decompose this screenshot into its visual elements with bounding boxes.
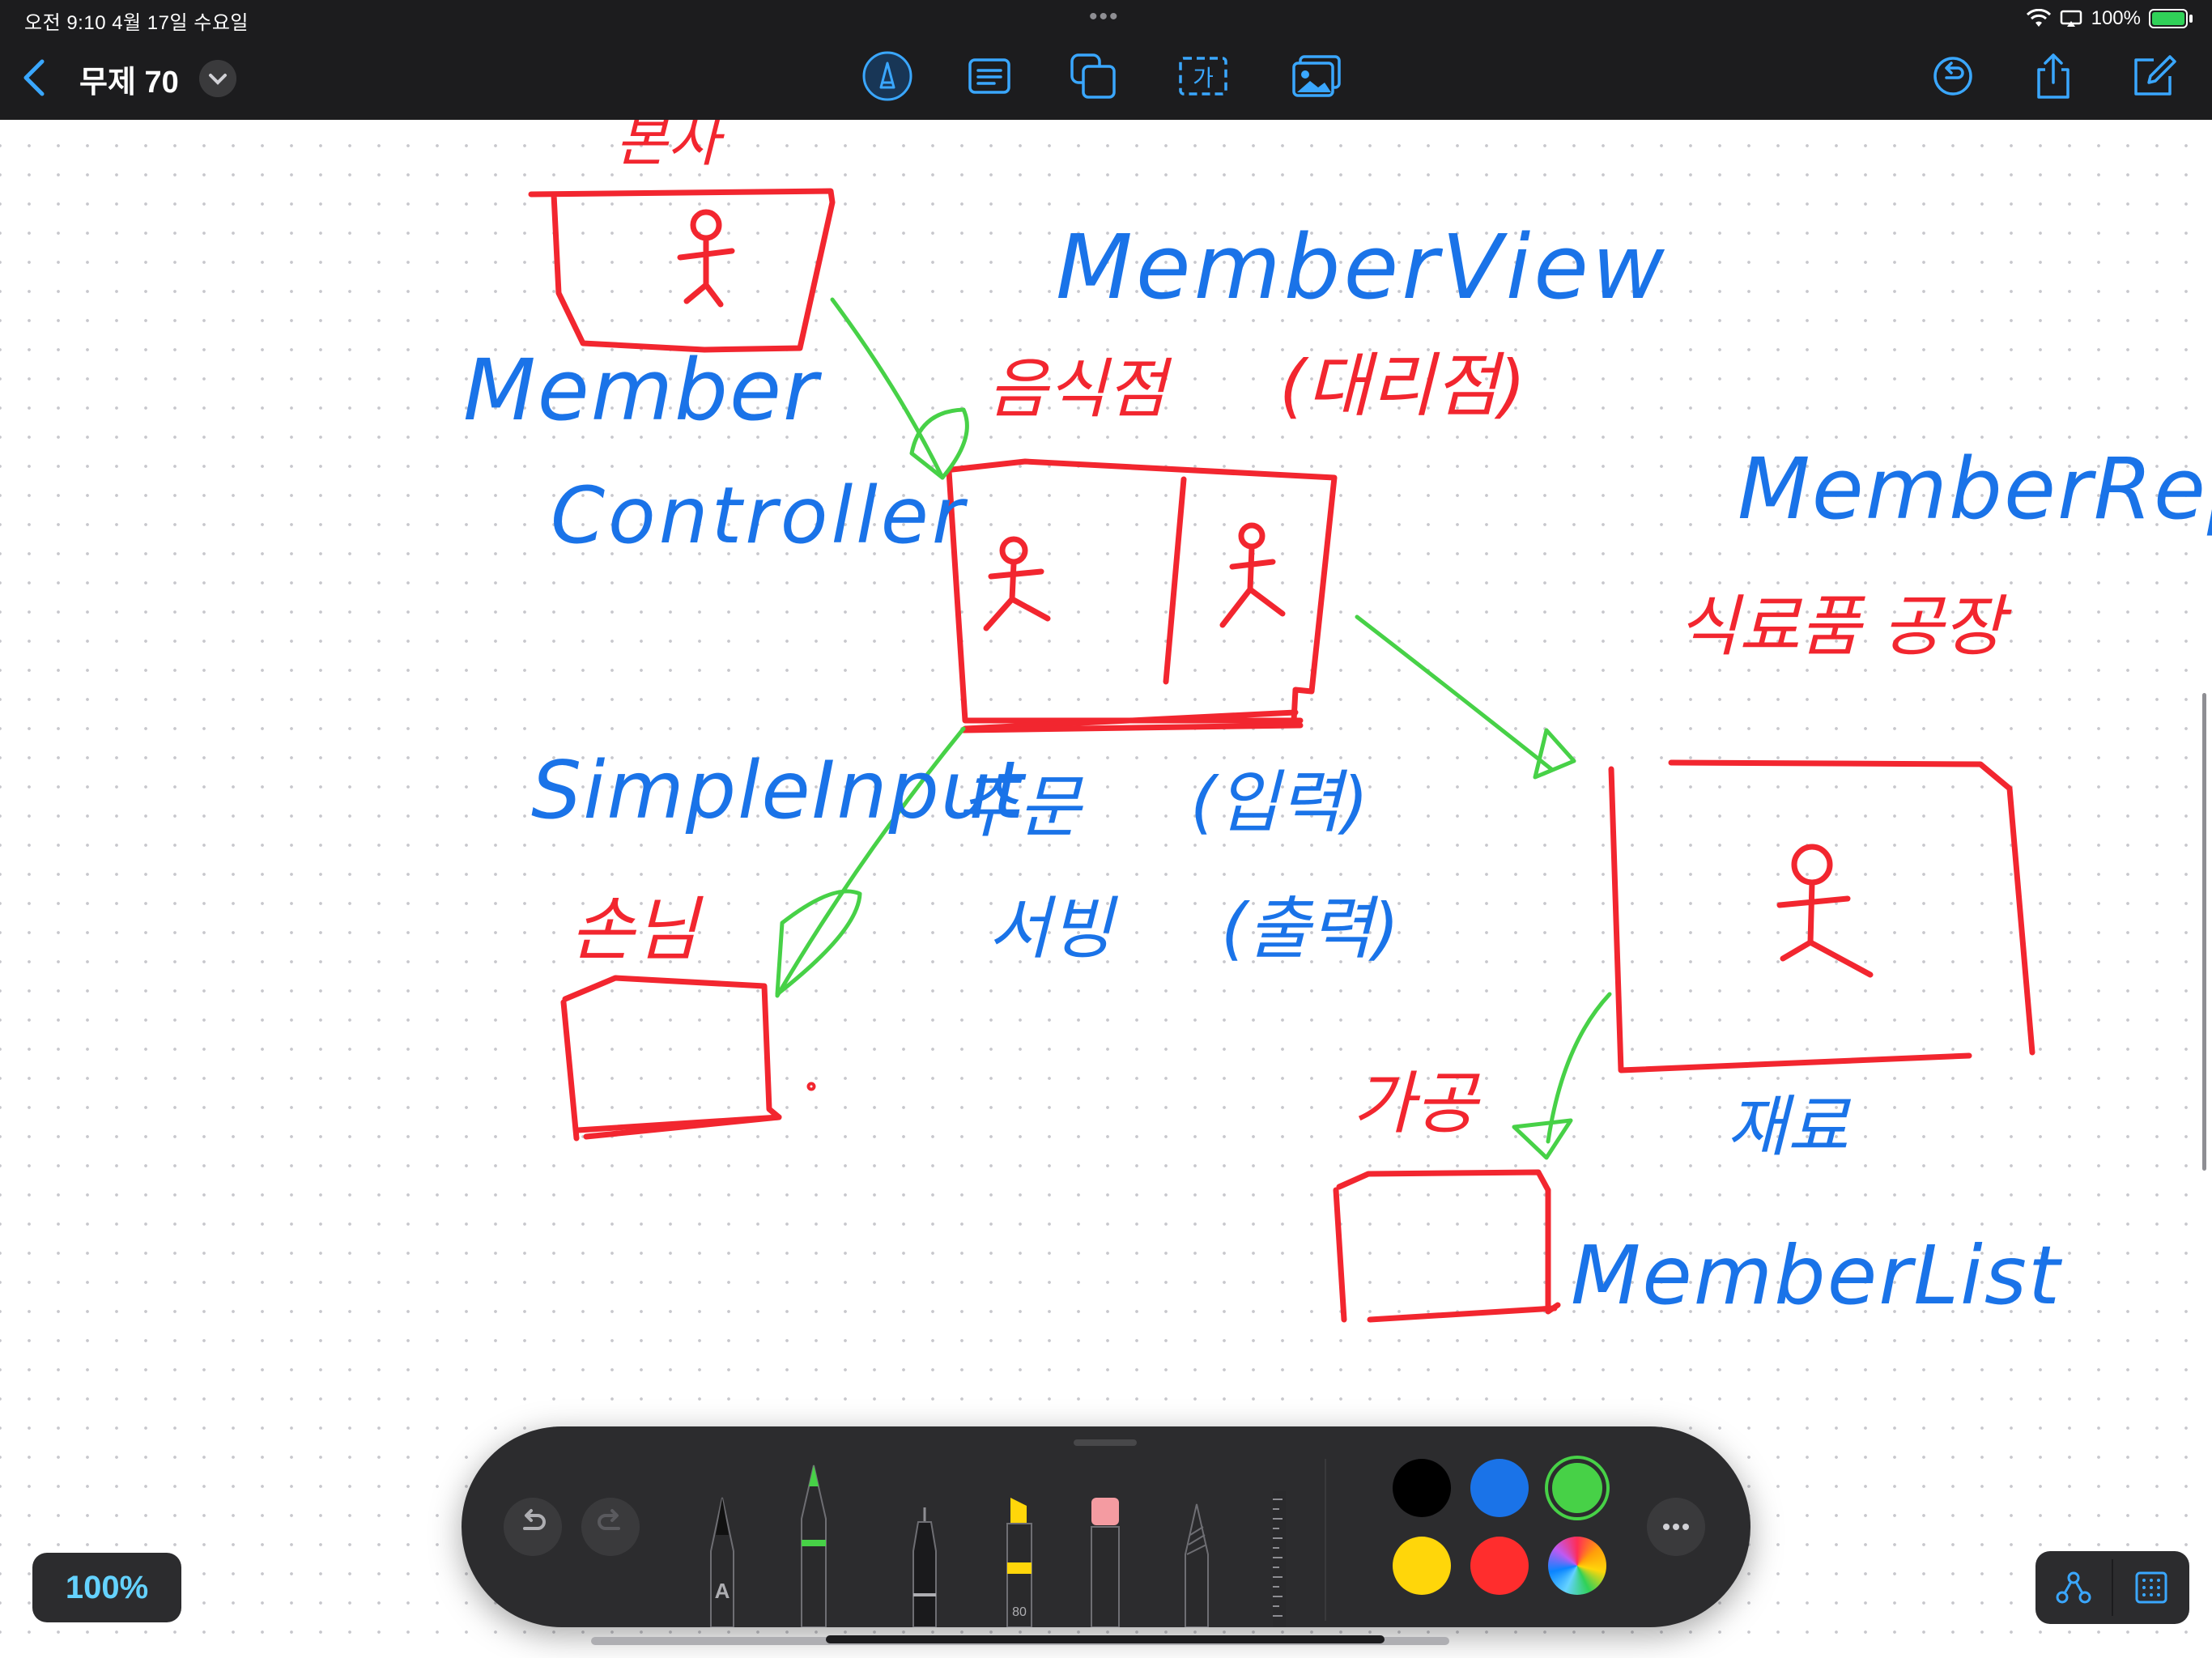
- palette-divider: [1325, 1459, 1326, 1621]
- label-restaurant-note: (대리점): [1279, 346, 1525, 427]
- pen-circle-icon[interactable]: [861, 50, 913, 102]
- status-indicators: 100%: [2026, 5, 2193, 32]
- monoline-pen-tool[interactable]: A: [704, 1494, 740, 1627]
- marker-tool-selected[interactable]: [793, 1462, 834, 1627]
- handwritten-diagram: 본사 MemberView 음식점 (대리점) Member Controlle…: [463, 120, 2212, 1323]
- text-label-icon[interactable]: 가: [1177, 50, 1229, 102]
- top-toolbar: 오전 9:10 4월 17일 수요일 ••• 100% 무제 70 가: [0, 0, 2212, 120]
- battery-cap: [2189, 15, 2193, 23]
- more-icon[interactable]: [1647, 1498, 1705, 1556]
- zoom-level-button[interactable]: 100%: [32, 1553, 181, 1622]
- text-box-icon[interactable]: [963, 50, 1015, 102]
- color-swatch-red[interactable]: [1470, 1537, 1529, 1595]
- label-member-view: MemberView: [1056, 215, 1668, 319]
- crayon-tool[interactable]: [1179, 1503, 1214, 1627]
- label-controller: Controller: [551, 470, 968, 561]
- color-swatch-green-selected[interactable]: [1548, 1459, 1606, 1517]
- multitask-dots-icon[interactable]: •••: [1089, 3, 1120, 31]
- palette-grabber[interactable]: [1074, 1439, 1137, 1446]
- label-ingredients: 재료: [1726, 1089, 1851, 1166]
- compose-icon[interactable]: [2129, 52, 2178, 100]
- highlighter-tool[interactable]: 80: [999, 1494, 1040, 1627]
- text-label-glyph: 가: [1193, 65, 1214, 91]
- vertical-scrollbar[interactable]: [2202, 693, 2206, 1171]
- color-swatch-yellow[interactable]: [1393, 1537, 1451, 1595]
- label-serve: 서빙: [988, 889, 1118, 968]
- status-time-date: 오전 9:10 4월 17일 수요일: [24, 12, 249, 34]
- restaurant-box: [946, 458, 1338, 733]
- label-member-repo: MemberRepo: [1738, 440, 2212, 538]
- label-restaurant: 음식점: [988, 351, 1172, 427]
- palette-redo-icon[interactable]: [581, 1498, 640, 1556]
- color-wheel-icon[interactable]: [1548, 1537, 1606, 1595]
- battery-icon: [2149, 9, 2188, 28]
- wifi-icon: [2026, 9, 2051, 27]
- fineliner-tool[interactable]: [907, 1506, 942, 1627]
- label-order-note: (입력): [1190, 763, 1368, 842]
- ruler-tool[interactable]: [1268, 1491, 1291, 1627]
- ingredients-box: [1608, 759, 2035, 1073]
- label-member: Member: [463, 341, 823, 440]
- title-chevron-down-icon[interactable]: [199, 60, 236, 97]
- palette-undo-icon[interactable]: [504, 1498, 562, 1556]
- home-indicator: [826, 1635, 1385, 1643]
- color-swatch-blue[interactable]: [1470, 1459, 1529, 1517]
- back-chevron-icon[interactable]: [18, 55, 50, 100]
- label-serve-note: (출력): [1221, 889, 1399, 968]
- photo-icon[interactable]: [1289, 50, 1344, 102]
- label-factory: 식료품 공장: [1678, 589, 2012, 665]
- connector-icon[interactable]: [2035, 1551, 2112, 1624]
- label-customer: 손님: [570, 890, 704, 971]
- undo-icon[interactable]: [1929, 52, 1977, 100]
- member-list-box: [1333, 1169, 1561, 1323]
- label-simple-input: SimpleInput: [531, 745, 1027, 837]
- grid-icon[interactable]: [2113, 1551, 2189, 1624]
- color-swatch-black[interactable]: [1393, 1459, 1451, 1517]
- tool-palette: A 80: [462, 1426, 1750, 1627]
- eraser-tool[interactable]: [1085, 1494, 1125, 1627]
- battery-percent: 100%: [2091, 7, 2141, 29]
- label-member-list: MemberList: [1571, 1228, 2063, 1323]
- label-headquarters: 본사: [615, 120, 725, 174]
- pen-label: A: [715, 1579, 730, 1603]
- highlighter-size: 80: [1012, 1605, 1027, 1619]
- label-processing: 가공: [1352, 1064, 1481, 1143]
- customer-box: [560, 975, 816, 1141]
- headquarters-box: [528, 188, 836, 353]
- screen-mirror-icon: [2060, 10, 2082, 27]
- shapes-icon[interactable]: [1067, 50, 1119, 102]
- label-order: 주문: [955, 767, 1083, 847]
- document-title[interactable]: 무제 70: [79, 57, 179, 101]
- canvas-options-group: [2035, 1551, 2189, 1624]
- share-icon[interactable]: [2029, 52, 2078, 100]
